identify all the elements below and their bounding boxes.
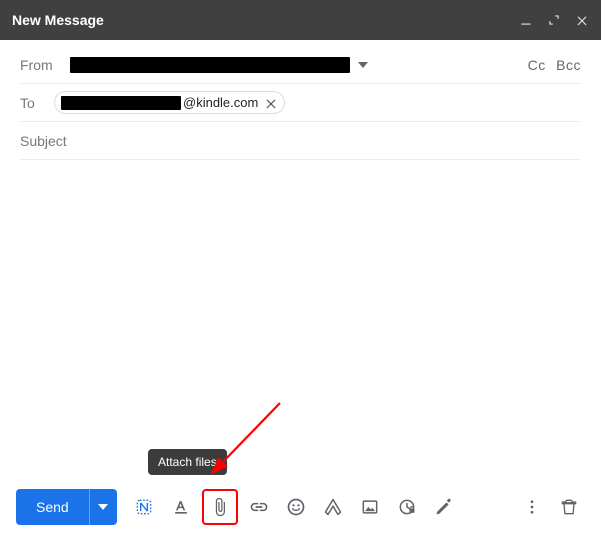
from-label: From bbox=[20, 57, 60, 73]
close-icon[interactable] bbox=[575, 13, 589, 27]
chevron-down-icon bbox=[98, 502, 108, 512]
confidential-mode-button[interactable] bbox=[391, 491, 423, 523]
insert-signature-button[interactable] bbox=[428, 491, 460, 523]
from-dropdown-icon[interactable] bbox=[358, 62, 368, 68]
pen-icon bbox=[434, 497, 454, 517]
attach-files-button[interactable] bbox=[204, 491, 236, 523]
trash-icon bbox=[559, 497, 579, 517]
cc-bcc-toggle: Cc Bcc bbox=[522, 57, 581, 73]
link-icon bbox=[249, 497, 269, 517]
insert-emoji-button[interactable] bbox=[280, 491, 312, 523]
send-button[interactable]: Send bbox=[16, 489, 89, 525]
insert-link-button[interactable] bbox=[243, 491, 275, 523]
drive-icon bbox=[323, 497, 343, 517]
header-fields: From Cc Bcc To @kindle.com bbox=[0, 40, 601, 160]
send-options-button[interactable] bbox=[89, 489, 117, 525]
from-redacted bbox=[70, 57, 350, 73]
insert-drive-button[interactable] bbox=[317, 491, 349, 523]
discard-draft-button[interactable] bbox=[553, 491, 585, 523]
from-address bbox=[70, 57, 368, 73]
expand-icon[interactable] bbox=[547, 13, 561, 27]
lock-clock-icon bbox=[397, 497, 417, 517]
minimize-icon[interactable] bbox=[519, 13, 533, 27]
nightly-icon[interactable] bbox=[128, 491, 160, 523]
subject-row[interactable] bbox=[20, 122, 581, 160]
compose-toolbar: Send bbox=[0, 481, 601, 541]
paperclip-icon bbox=[210, 497, 230, 517]
subject-input[interactable] bbox=[20, 133, 581, 149]
message-body[interactable] bbox=[0, 160, 601, 481]
insert-photo-button[interactable] bbox=[354, 491, 386, 523]
window-title: New Message bbox=[12, 12, 104, 28]
send-button-group: Send bbox=[16, 489, 117, 525]
more-vertical-icon bbox=[523, 498, 541, 516]
text-format-icon bbox=[171, 497, 191, 517]
compose-window: New Message From Cc Bcc To @kindle.com bbox=[0, 0, 601, 541]
formatting-button[interactable] bbox=[165, 491, 197, 523]
to-redacted bbox=[61, 96, 181, 110]
image-icon bbox=[360, 497, 380, 517]
recipient-chip[interactable]: @kindle.com bbox=[54, 91, 285, 114]
titlebar: New Message bbox=[0, 0, 601, 40]
cc-button[interactable]: Cc bbox=[528, 57, 546, 73]
remove-recipient-icon[interactable] bbox=[264, 96, 278, 110]
attach-highlight bbox=[202, 489, 238, 525]
bcc-button[interactable]: Bcc bbox=[556, 57, 581, 73]
to-row[interactable]: To @kindle.com bbox=[20, 84, 581, 122]
from-row[interactable]: From Cc Bcc bbox=[20, 46, 581, 84]
window-controls bbox=[519, 13, 589, 27]
recipient-domain: @kindle.com bbox=[183, 95, 258, 110]
to-label: To bbox=[20, 95, 44, 111]
more-options-button[interactable] bbox=[516, 491, 548, 523]
emoji-icon bbox=[286, 497, 306, 517]
